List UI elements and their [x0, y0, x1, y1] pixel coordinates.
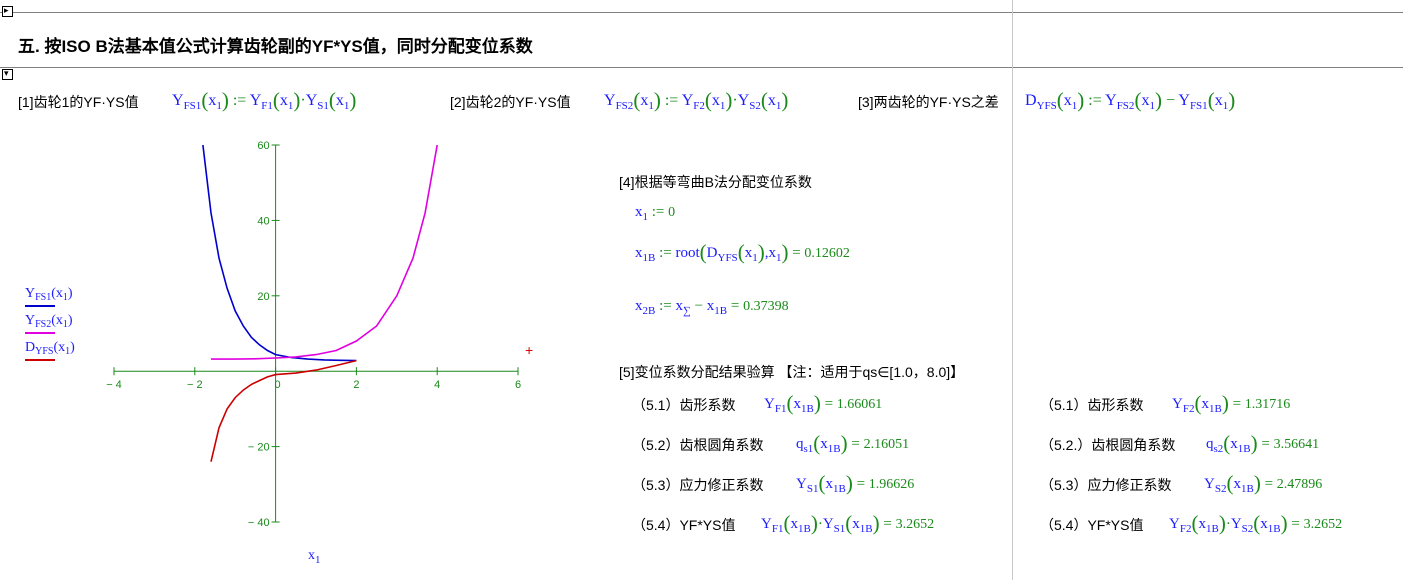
left-ys1-result: 1.96626 [868, 477, 915, 492]
x1-assignment[interactable]: x1 := 0 [635, 204, 675, 223]
y-tick-label: − 20 [248, 442, 270, 454]
x-tick-label: 2 [353, 379, 359, 391]
right-yf2-expression[interactable]: YF2(x1B) = 1.31716 [1172, 391, 1290, 416]
y-tick-label: 20 [257, 291, 269, 303]
section5-title: [5]变位系数分配结果验算 【注：适用于qs∈[1.0，8.0]】 [619, 364, 965, 380]
left-yfys-result: 3.2652 [895, 517, 935, 532]
legend-item-dyfs: DYFS(x1) [25, 340, 75, 361]
x-tick-label: 4 [434, 379, 440, 391]
collapse-arrow-icon[interactable]: ▸ [2, 6, 13, 17]
left-5-2-label: （5.2）齿根圆角系数 [632, 437, 764, 453]
right-yfys-result: 3.2652 [1303, 517, 1343, 532]
expand-arrow-icon[interactable]: ▾ [2, 69, 13, 80]
left-yf1-expression[interactable]: YF1(x1B) = 1.66061 [764, 391, 882, 416]
y-tick-label: 60 [257, 140, 269, 152]
x1B-result: 0.12602 [804, 246, 850, 261]
x-tick-label: 6 [515, 379, 521, 391]
yfs1-definition[interactable]: YFS1(x1) := YF1(x1)·YS1(x1) [172, 88, 356, 113]
x-tick-label: − 2 [187, 379, 203, 391]
x-tick-label: − 4 [106, 379, 122, 391]
left-ys1-expression[interactable]: YS1(x1B) = 1.96626 [796, 471, 914, 496]
right-yfys-expression[interactable]: YF2(x1B)·YS2(x1B) = 3.2652 [1169, 511, 1342, 536]
section-title: 五. 按ISO B法基本值公式计算齿轮副的YF*YS值，同时分配变位系数 [18, 37, 533, 56]
x2B-expression[interactable]: x2B := x∑ − x1B = 0.37398 [635, 298, 789, 317]
page-right-boundary [1012, 0, 1013, 580]
function-plot[interactable]: − 4− 2 0 2 4 6604020− 20− 40 [100, 130, 540, 580]
y-tick-label: − 40 [248, 517, 270, 529]
y-tick-label: 40 [257, 215, 269, 227]
left-5-4-label: （5.4）YF*YS值 [632, 517, 736, 533]
left-5-3-label: （5.3）应力修正系数 [632, 477, 764, 493]
left-qs1-expression[interactable]: qs1(x1B) = 2.16051 [796, 431, 909, 456]
region-bottom-divider [0, 67, 1403, 68]
series-line-dyfsx1 [210, 359, 357, 462]
x1B-root-expression[interactable]: x1B := root(DYFS(x1),x1) = 0.12602 [635, 240, 850, 265]
right-qs2-expression[interactable]: qs2(x1B) = 3.56641 [1206, 431, 1319, 456]
red-plus-marker-icon: + [525, 342, 534, 358]
right-qs2-result: 3.56641 [1273, 437, 1320, 452]
left-yfys-expression[interactable]: YF1(x1B)·YS1(x1B) = 3.2652 [761, 511, 934, 536]
gear2-label: [2]齿轮2的YF·YS值 [450, 94, 571, 110]
right-5-2-label: （5.2.）齿根圆角系数 [1040, 437, 1176, 453]
x-axis-label: x1 [308, 548, 321, 566]
right-ys2-result: 2.47896 [1276, 477, 1323, 492]
yfs2-definition[interactable]: YFS2(x1) := YF2(x1)·YS2(x1) [604, 88, 788, 113]
x2B-result: 0.37398 [743, 299, 789, 314]
legend-item-yfs2: YFS2(x1) [25, 313, 75, 334]
left-5-1-label: （5.1）齿形系数 [632, 397, 736, 413]
region-top-divider [0, 12, 1403, 13]
dyfs-definition[interactable]: DYFS(x1) := YFS2(x1) − YFS1(x1) [1025, 88, 1235, 113]
right-5-4-label: （5.4）YF*YS值 [1040, 517, 1144, 533]
legend: YFS1(x1) YFS2(x1) DYFS(x1) [25, 286, 75, 361]
left-yf1-result: 1.66061 [836, 397, 883, 412]
right-ys2-expression[interactable]: YS2(x1B) = 2.47896 [1204, 471, 1322, 496]
left-qs1-result: 2.16051 [863, 437, 910, 452]
right-yf2-result: 1.31716 [1244, 397, 1291, 412]
legend-item-yfs1: YFS1(x1) [25, 286, 75, 307]
series-line-yfs1x1 [202, 144, 357, 362]
x-tick-label: 0 [275, 379, 281, 391]
difference-label: [3]两齿轮的YF·YS之差 [858, 94, 999, 110]
x1-value: 0 [668, 205, 676, 220]
right-5-1-label: （5.1）齿形系数 [1040, 397, 1144, 413]
right-5-3-label: （5.3）应力修正系数 [1040, 477, 1172, 493]
section4-title: [4]根据等弯曲B法分配变位系数 [619, 174, 812, 190]
gear1-label: [1]齿轮1的YF·YS值 [18, 94, 139, 110]
